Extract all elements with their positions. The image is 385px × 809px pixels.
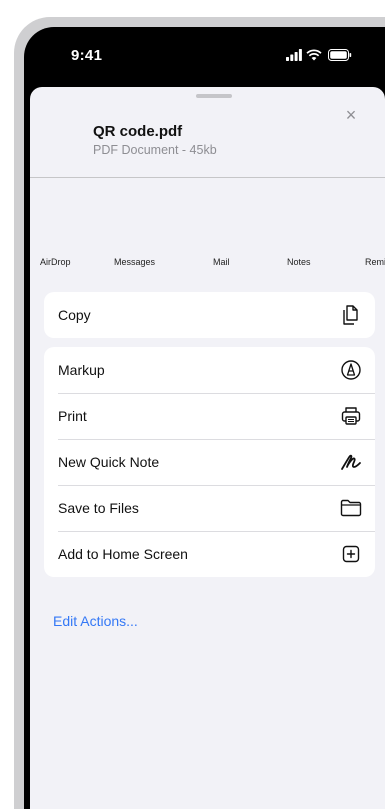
close-button[interactable]: × — [342, 106, 360, 124]
folder-icon — [340, 499, 362, 517]
status-time: 9:41 — [71, 47, 103, 64]
action-markup[interactable]: Markup — [44, 347, 375, 393]
share-sheet: × QR code.pdf PDF Document - 45kb AirDro… — [30, 87, 385, 809]
share-target-airdrop[interactable]: AirDrop — [40, 257, 71, 267]
action-add-to-home-screen-label: Add to Home Screen — [58, 546, 188, 562]
wifi-icon — [306, 49, 322, 61]
action-markup-label: Markup — [58, 362, 105, 378]
share-target-mail[interactable]: Mail — [213, 257, 230, 267]
action-new-quick-note-label: New Quick Note — [58, 454, 160, 470]
action-save-to-files-label: Save to Files — [58, 500, 139, 516]
status-bar: 9:41 — [24, 27, 385, 87]
action-save-to-files[interactable]: Save to Files — [44, 485, 375, 531]
sheet-grabber[interactable] — [196, 94, 232, 98]
add-square-icon — [342, 545, 360, 563]
file-subtitle: PDF Document - 45kb — [93, 143, 217, 157]
action-print-label: Print — [58, 408, 87, 424]
action-print[interactable]: Print — [44, 393, 375, 439]
copy-card: Copy — [44, 292, 375, 338]
share-target-reminders[interactable]: Remir — [365, 257, 385, 267]
share-target-messages[interactable]: Messages — [114, 257, 155, 267]
action-copy[interactable]: Copy — [44, 292, 375, 338]
copy-icon — [343, 305, 358, 325]
signal-icon — [286, 49, 302, 61]
action-new-quick-note[interactable]: New Quick Note — [44, 439, 375, 485]
markup-icon — [341, 360, 361, 380]
phone-screen: 9:41 × QR code.pdf PDF Document - 45kb A… — [24, 27, 385, 809]
battery-icon — [328, 49, 352, 61]
sheet-divider — [30, 177, 385, 178]
quick-note-icon — [341, 454, 361, 470]
share-target-notes[interactable]: Notes — [287, 257, 311, 267]
action-copy-label: Copy — [58, 307, 91, 323]
share-targets-row[interactable]: AirDrop Messages Mail Notes Remir — [30, 187, 385, 267]
printer-icon — [341, 407, 361, 425]
edit-actions-link[interactable]: Edit Actions... — [53, 613, 138, 629]
action-add-to-home-screen[interactable]: Add to Home Screen — [44, 531, 375, 577]
file-title: QR code.pdf — [93, 123, 183, 140]
actions-list: Markup Print New Quick Note Save to File… — [44, 347, 375, 577]
